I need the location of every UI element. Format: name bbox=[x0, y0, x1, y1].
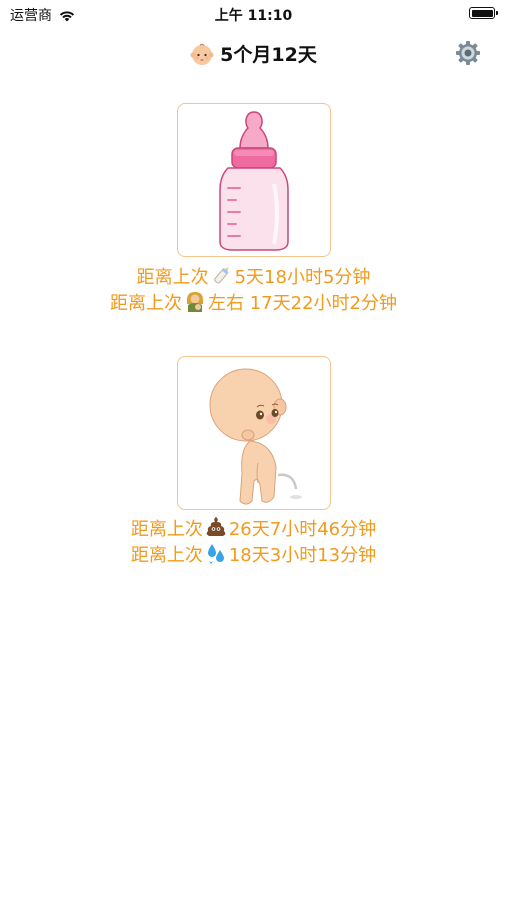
last-bottle-value: 5天18小时5分钟 bbox=[234, 267, 371, 288]
bottle-icon bbox=[213, 267, 229, 284]
last-breastfeeding-value: 左右 17天22小时2分钟 bbox=[208, 293, 397, 314]
last-pee-line: 距离上次 18天3小时13分钟 bbox=[0, 542, 507, 568]
last-pee-prefix: 距离上次 bbox=[130, 545, 203, 566]
status-time: 上午 11:10 bbox=[214, 8, 293, 24]
diaper-info: 距离上次 26天7小时46分钟 距离上次 18天3小时13分钟 bbox=[0, 516, 507, 568]
last-bottle-line: 距离上次 5天18小时5分钟 bbox=[0, 264, 507, 290]
gear-icon bbox=[456, 41, 480, 65]
title-text: 5个月12天 bbox=[220, 44, 317, 66]
baby-face-icon bbox=[190, 43, 214, 65]
last-pee-value: 18天3小时13分钟 bbox=[228, 545, 377, 566]
baby-peeing-icon bbox=[209, 368, 302, 505]
battery-icon bbox=[469, 7, 498, 19]
diaper-card[interactable] bbox=[177, 356, 331, 510]
baby-bottle-icon bbox=[219, 111, 289, 251]
status-bar: 运营商 上午 11:10 bbox=[0, 0, 507, 30]
last-bottle-prefix: 距离上次 bbox=[136, 267, 209, 288]
feeding-card[interactable] bbox=[177, 103, 331, 257]
last-breastfeeding-line: 距离上次 左右 17天22小时2分钟 bbox=[0, 290, 507, 316]
page-title: 5个月12天 bbox=[0, 40, 507, 67]
last-poop-value: 26天7小时46分钟 bbox=[228, 519, 377, 540]
last-poop-prefix: 距离上次 bbox=[130, 519, 203, 540]
poop-icon bbox=[206, 517, 226, 536]
nav-bar: 5个月12天 bbox=[0, 30, 507, 76]
last-poop-line: 距离上次 26天7小时46分钟 bbox=[0, 516, 507, 542]
breastfeeding-icon bbox=[187, 292, 203, 312]
last-breastfeeding-prefix: 距离上次 bbox=[110, 293, 182, 314]
water-drops-icon bbox=[207, 544, 224, 564]
settings-button[interactable] bbox=[455, 40, 481, 66]
feeding-info: 距离上次 5天18小时5分钟 距离上次 左右 17天22小时2分钟 bbox=[0, 264, 507, 316]
